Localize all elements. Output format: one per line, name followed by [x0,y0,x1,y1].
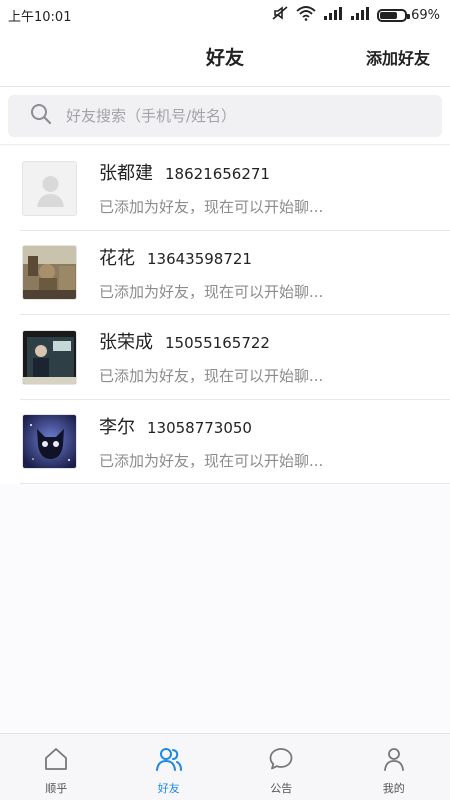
battery-indicator: 69% [377,8,440,23]
tab-label: 好友 [157,782,180,795]
friend-phone: 18621656271 [165,165,270,184]
photo-avatar [22,329,77,385]
friend-item[interactable]: 李尔 13058773050 已添加为好友，现在可以开始聊... [0,400,450,485]
friend-name: 张荣成 [99,332,153,354]
friend-phone: 15055165722 [165,334,270,353]
friend-name: 李尔 [99,416,135,438]
friend-info: 张都建 18621656271 已添加为好友，现在可以开始聊... [99,159,323,217]
friend-phone: 13058773050 [147,418,252,437]
tab-friends[interactable]: 好友 [113,734,226,800]
photo-avatar [22,414,77,470]
profile-icon [381,746,407,776]
friend-phone: 13643598721 [147,249,252,268]
mute-icon [271,5,289,25]
battery-fill [380,11,397,19]
friend-list: 张都建 18621656271 已添加为好友，现在可以开始聊... 花花 136… [0,146,450,484]
home-icon [43,746,69,776]
search-section [0,87,450,145]
signal-icon [323,6,343,24]
photo-avatar [22,245,77,301]
friend-status: 已添加为好友，现在可以开始聊... [99,282,324,301]
wifi-icon [296,5,316,25]
status-time: 上午10:01 [8,9,72,25]
tab-home[interactable]: 顺乎 [0,734,113,800]
status-icons: 69% [271,5,440,25]
friend-item[interactable]: 张荣成 15055165722 已添加为好友，现在可以开始聊... [0,315,450,400]
nav-bar: 好友 添加好友 [0,30,450,87]
tab-label: 顺乎 [45,782,68,795]
friend-status: 已添加为好友，现在可以开始聊... [99,198,324,217]
search-icon [30,103,52,129]
friend-status: 已添加为好友，现在可以开始聊... [99,451,324,470]
friends-screen: 上午10:01 69% 好友 添加好友 好友搜索（手机号/姓名） 张都建 186… [0,0,450,800]
friend-info: 花花 13643598721 已添加为好友，现在可以开始聊... [99,244,323,302]
tab-profile[interactable]: 我的 [338,734,450,800]
search-input[interactable] [66,107,426,125]
tab-bar: 顺乎 好友 公告 我的 [0,733,450,800]
default-avatar [22,160,77,216]
friend-info: 李尔 13058773050 已添加为好友，现在可以开始聊... [99,413,323,471]
friend-status: 已添加为好友，现在可以开始聊... [99,367,324,386]
status-bar: 上午10:01 69% [0,0,450,30]
add-friend-button[interactable]: 添加好友 [366,30,430,87]
friend-item[interactable]: 花花 13643598721 已添加为好友，现在可以开始聊... [0,231,450,316]
search-box[interactable] [8,95,442,137]
friend-name: 张都建 [99,163,153,185]
friend-item[interactable]: 张都建 18621656271 已添加为好友，现在可以开始聊... [0,146,450,231]
friend-name: 花花 [99,247,135,269]
tab-label: 公告 [270,782,293,795]
tab-label: 我的 [382,782,405,795]
signal-icon-2 [350,6,370,24]
battery-icon [377,8,411,22]
tab-announcements[interactable]: 公告 [225,734,338,800]
chat-bubble-icon [268,746,294,776]
friends-icon [155,746,183,776]
friend-info: 张荣成 15055165722 已添加为好友，现在可以开始聊... [99,328,323,386]
battery-percent: 69% [411,7,440,23]
